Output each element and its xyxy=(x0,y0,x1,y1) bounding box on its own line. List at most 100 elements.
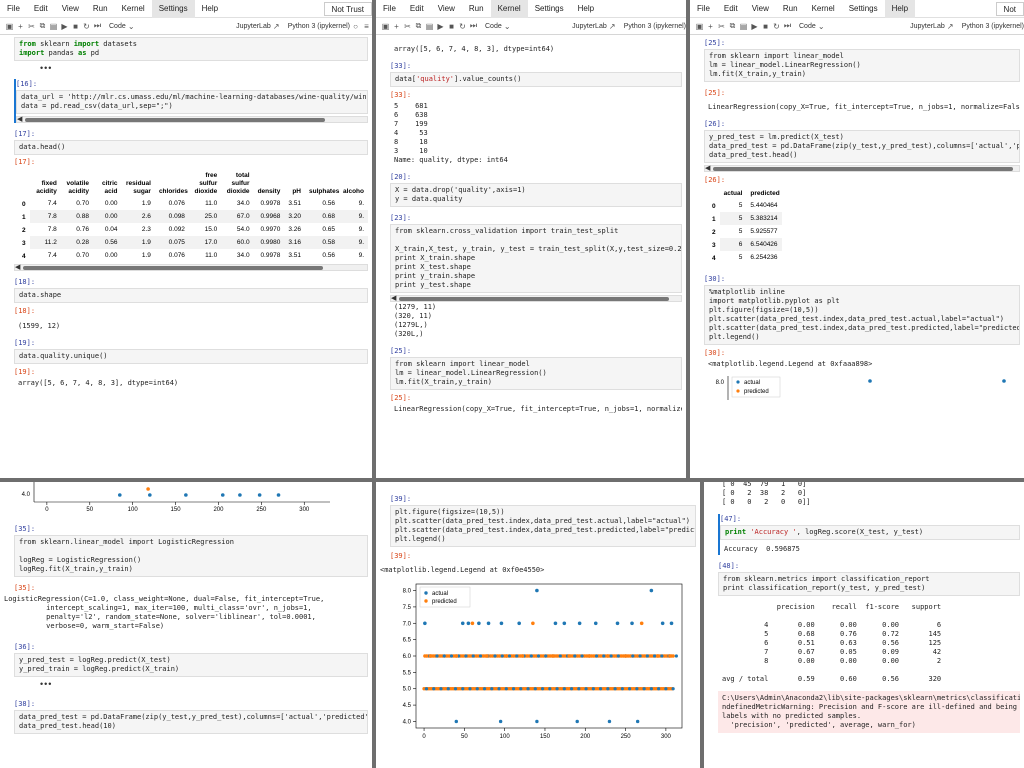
stop-icon[interactable]: ■ xyxy=(446,22,457,31)
menu-kernel[interactable]: Kernel xyxy=(490,0,528,18)
cell-input[interactable]: %matplotlib inline import matplotlib.pypl… xyxy=(704,285,1020,345)
paste-icon[interactable]: ▤ xyxy=(424,22,435,31)
cell-input[interactable]: data_pred_test = pd.DataFrame(zip(y_test… xyxy=(14,710,368,734)
kernel-name[interactable]: Python 3 (ipykernel) xyxy=(624,23,686,30)
code-cell-35[interactable]: [35]: from sklearn.linear_model import L… xyxy=(4,524,368,632)
menu-settings[interactable]: Settings xyxy=(842,0,885,18)
add-cell-icon[interactable]: + xyxy=(705,22,716,31)
collapsed-output-ellipsis[interactable]: ••• xyxy=(0,679,372,689)
cell-input[interactable]: y_pred_test = logReg.predict(X_test) y_pr… xyxy=(14,653,368,677)
collapsed-output-ellipsis[interactable]: ••• xyxy=(0,63,372,73)
cell-input[interactable]: data.quality.unique() xyxy=(14,349,368,364)
save-icon[interactable]: ▣ xyxy=(694,22,705,31)
code-cell-30[interactable]: [30]: %matplotlib inline import matplotli… xyxy=(704,274,1020,400)
code-cell-23[interactable]: [23]: from sklearn.cross_validation impo… xyxy=(390,213,682,340)
code-cell-16[interactable]: [16]: data_url = 'http://mlr.cs.umass.ed… xyxy=(14,79,368,123)
code-cell-48[interactable]: [48]: from sklearn.metrics import classi… xyxy=(718,561,1020,733)
run-icon[interactable]: ▶ xyxy=(435,22,446,31)
cell-input[interactable]: from sklearn import linear_model lm = lin… xyxy=(390,357,682,390)
menu-run[interactable]: Run xyxy=(86,0,115,18)
code-cell-20[interactable]: [20]: X = data.drop('quality',axis=1) y =… xyxy=(390,172,682,207)
cell-type-select[interactable]: Code xyxy=(485,23,502,30)
save-icon[interactable]: ▣ xyxy=(380,22,391,31)
restart-icon[interactable]: ↻ xyxy=(81,22,92,31)
paste-icon[interactable]: ▤ xyxy=(738,22,749,31)
cell-input[interactable]: print 'Accuracy ', logReg.score(X_test, … xyxy=(720,525,1020,540)
code-cell-25[interactable]: [25]: from sklearn import linear_model lm… xyxy=(390,346,682,415)
code-cell-33[interactable]: [33]: data['quality'].value_counts() [33… xyxy=(390,61,682,166)
add-cell-icon[interactable]: + xyxy=(391,22,402,31)
code-cell-26[interactable]: [26]: y_pred_test = lm.predict(X_test) da… xyxy=(704,119,1020,264)
run-icon[interactable]: ▶ xyxy=(59,22,70,31)
menu-settings[interactable]: Settings xyxy=(151,0,195,18)
copy-icon[interactable]: ⧉ xyxy=(727,21,738,31)
menu-view[interactable]: View xyxy=(745,0,776,18)
menu-kernel[interactable]: Kernel xyxy=(805,0,842,18)
code-cell[interactable]: from sklearn import datasets import pand… xyxy=(14,37,368,61)
chevron-down-icon[interactable]: ⌄ xyxy=(126,22,137,31)
menu-icon[interactable]: ≡ xyxy=(361,22,372,31)
cell-input[interactable]: data_url = 'http://mlr.cs.umass.edu/ml/m… xyxy=(16,90,368,114)
cell-input[interactable]: from sklearn.linear_model import Logisti… xyxy=(14,535,368,577)
menu-help[interactable]: Help xyxy=(884,0,916,18)
stop-icon[interactable]: ■ xyxy=(760,22,771,31)
menu-file[interactable]: File xyxy=(690,0,717,18)
code-cell-36[interactable]: [36]: y_pred_test = logReg.predict(X_tes… xyxy=(14,642,368,677)
horizontal-scrollbar[interactable]: ◀ xyxy=(16,115,368,123)
cell-input[interactable]: X = data.drop('quality',axis=1) y = data.… xyxy=(390,183,682,207)
code-cell-47[interactable]: [47]: print 'Accuracy ', logReg.score(X_… xyxy=(718,514,1020,555)
horizontal-scrollbar[interactable]: ◀ xyxy=(14,263,368,271)
cell-input[interactable]: from sklearn.metrics import classificati… xyxy=(718,572,1020,596)
code-cell-25[interactable]: [25]: from sklearn import linear_model lm… xyxy=(704,38,1020,113)
paste-icon[interactable]: ▤ xyxy=(48,22,59,31)
fast-forward-icon[interactable]: ⏭ xyxy=(468,21,479,31)
cell-input[interactable]: from sklearn import linear_model lm = lin… xyxy=(704,49,1020,82)
copy-icon[interactable]: ⧉ xyxy=(413,21,424,31)
chevron-down-icon[interactable]: ⌄ xyxy=(502,22,513,31)
menu-run[interactable]: Run xyxy=(462,0,491,18)
stop-icon[interactable]: ■ xyxy=(70,22,81,31)
code-cell-18[interactable]: [18]: data.shape [18]: (1599, 12) xyxy=(14,277,368,332)
add-cell-icon[interactable]: + xyxy=(15,22,26,31)
copy-icon[interactable]: ⧉ xyxy=(37,21,48,31)
menu-edit[interactable]: Edit xyxy=(403,0,431,18)
horizontal-scrollbar[interactable]: ◀ xyxy=(390,294,682,302)
menu-view[interactable]: View xyxy=(431,0,462,18)
restart-icon[interactable]: ↻ xyxy=(457,22,468,31)
code-cell-17[interactable]: [17]: data.head() [17]: fixed acidity vol… xyxy=(14,129,368,271)
code-cell-19[interactable]: [19]: data.quality.unique() [19]: array(… xyxy=(14,338,368,389)
cut-icon[interactable]: ✂ xyxy=(26,22,37,31)
not-trusted-button[interactable]: Not xyxy=(995,1,1024,16)
cell-input[interactable]: from sklearn.cross_validation import tra… xyxy=(390,224,682,293)
jupyterlab-link[interactable]: JupyterLab xyxy=(572,23,607,30)
code-cell-38[interactable]: [38]: data_pred_test = pd.DataFrame(zip(… xyxy=(14,699,368,734)
not-trusted-button[interactable]: Not Trust xyxy=(323,1,372,16)
cell-input[interactable]: data.shape xyxy=(14,288,368,303)
cell-type-select[interactable]: Code xyxy=(799,23,816,30)
run-icon[interactable]: ▶ xyxy=(749,22,760,31)
menu-view[interactable]: View xyxy=(55,0,86,18)
cut-icon[interactable]: ✂ xyxy=(402,22,413,31)
cell-input[interactable]: data['quality'].value_counts() xyxy=(390,72,682,87)
menu-help[interactable]: Help xyxy=(571,0,601,18)
menu-help[interactable]: Help xyxy=(195,0,225,18)
fast-forward-icon[interactable]: ⏭ xyxy=(92,21,103,31)
menu-run[interactable]: Run xyxy=(776,0,805,18)
menu-kernel[interactable]: Kernel xyxy=(115,0,152,18)
jupyterlab-link[interactable]: JupyterLab xyxy=(910,23,945,30)
cell-input[interactable]: data.head() xyxy=(14,140,368,155)
menu-file[interactable]: File xyxy=(0,0,27,18)
fast-forward-icon[interactable]: ⏭ xyxy=(782,21,793,31)
cell-input[interactable]: plt.figure(figsize=(10,5)) plt.scatter(da… xyxy=(390,505,696,547)
restart-icon[interactable]: ↻ xyxy=(771,22,782,31)
kernel-name[interactable]: Python 3 (ipykernel) xyxy=(288,23,350,30)
menu-edit[interactable]: Edit xyxy=(717,0,745,18)
code-cell-39[interactable]: [39]: plt.figure(figsize=(10,5)) plt.scat… xyxy=(380,494,696,576)
save-icon[interactable]: ▣ xyxy=(4,22,15,31)
kernel-name[interactable]: Python 3 (ipykernel) xyxy=(962,23,1024,30)
menu-file[interactable]: File xyxy=(376,0,403,18)
cut-icon[interactable]: ✂ xyxy=(716,22,727,31)
menu-settings[interactable]: Settings xyxy=(528,0,571,18)
cell-input[interactable]: y_pred_test = lm.predict(X_test) data_pre… xyxy=(704,130,1020,163)
jupyterlab-link[interactable]: JupyterLab xyxy=(236,23,271,30)
